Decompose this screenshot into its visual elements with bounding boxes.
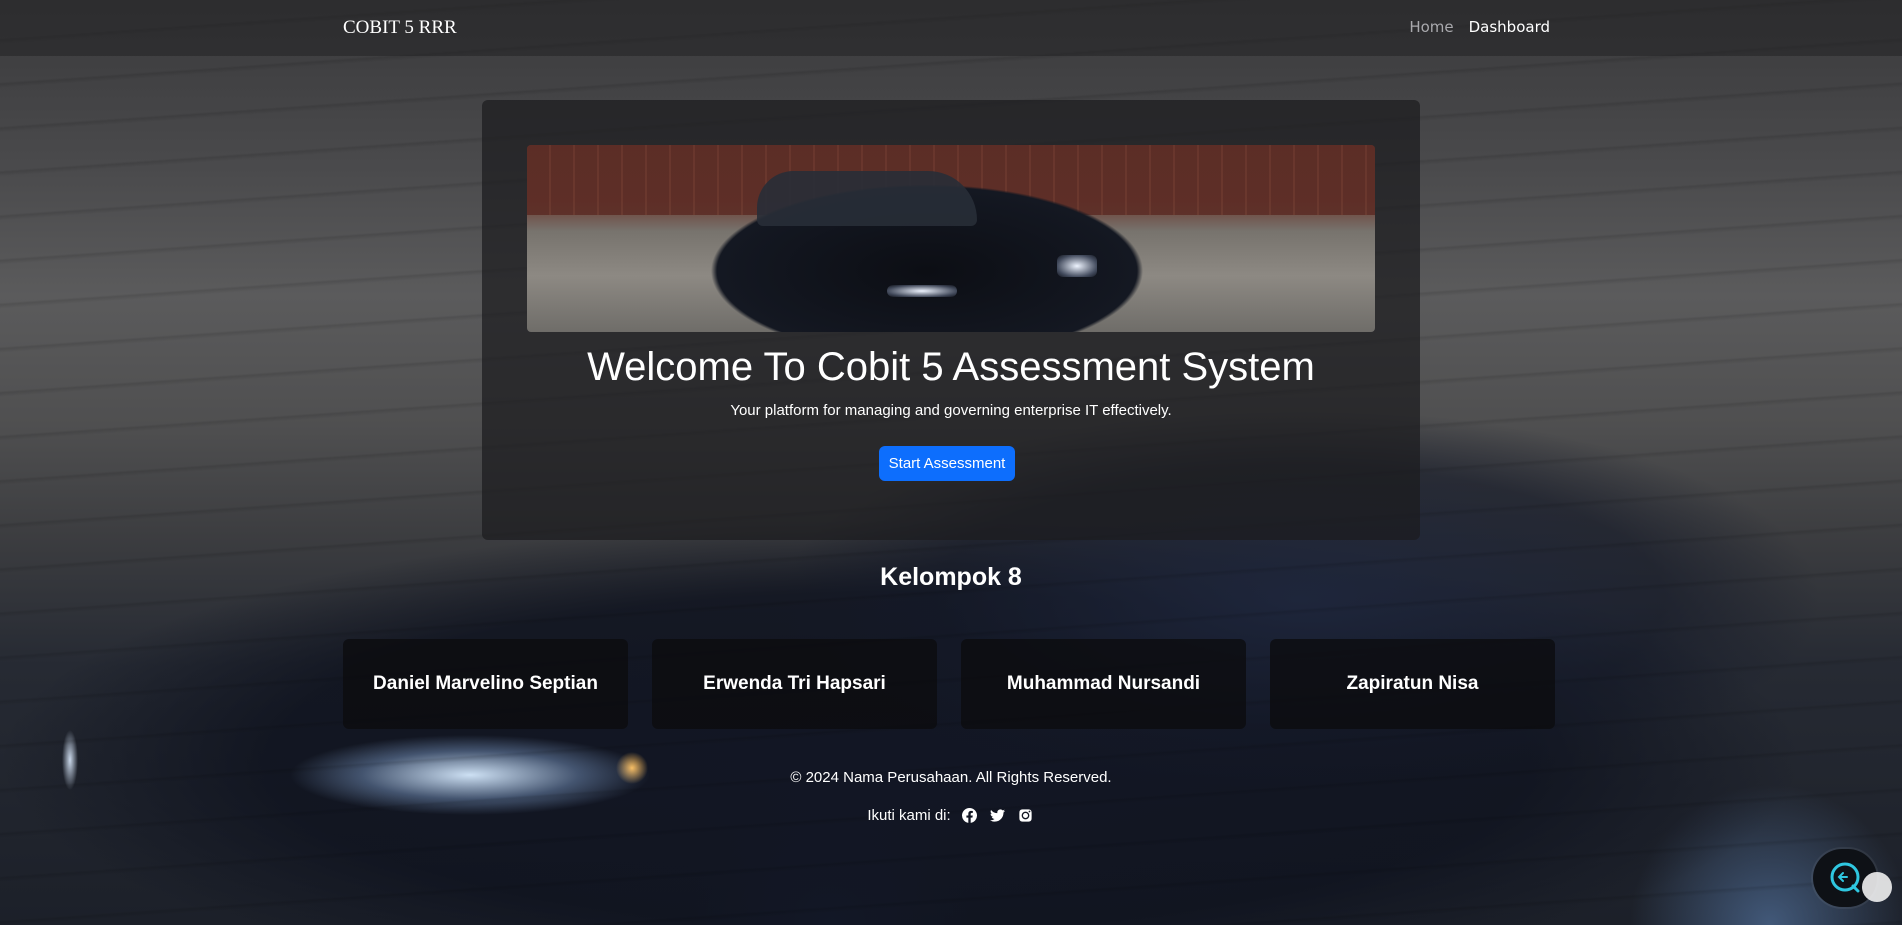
nav-link-dashboard[interactable]: Dashboard — [1469, 18, 1550, 36]
twitter-icon[interactable] — [989, 806, 1007, 824]
member-card: Daniel Marvelino Septian — [343, 639, 628, 729]
copyright-text: © 2024 Nama Perusahaan. All Rights Reser… — [790, 769, 1112, 786]
hero-car-image — [527, 145, 1375, 332]
brand-link[interactable]: COBIT 5 RRR — [343, 17, 457, 39]
team-members: Daniel Marvelino Septian Erwenda Tri Hap… — [343, 639, 1555, 729]
member-name: Muhammad Nursandi — [1006, 673, 1201, 694]
car-windshield — [757, 171, 977, 226]
headlight — [1057, 255, 1097, 277]
follow-label: Ikuti kami di: — [867, 806, 951, 824]
member-name: Erwenda Tri Hapsari — [703, 673, 886, 694]
start-assessment-button[interactable]: Start Assessment — [879, 446, 1015, 481]
headlight — [887, 285, 957, 297]
facebook-icon[interactable] — [961, 806, 979, 824]
nav-link-home[interactable]: Home — [1409, 18, 1453, 36]
member-card: Erwenda Tri Hapsari — [652, 639, 937, 729]
social-links: Ikuti kami di: — [0, 806, 1902, 824]
member-name: Daniel Marvelino Septian — [373, 673, 598, 694]
member-card: Zapiratun Nisa — [1270, 639, 1555, 729]
hero-card: Welcome To Cobit 5 Assessment System You… — [482, 100, 1420, 540]
instagram-icon[interactable] — [1017, 806, 1035, 824]
hero-subtitle: Your platform for managing and governing… — [730, 402, 1172, 419]
hero-title: Welcome To Cobit 5 Assessment System — [587, 345, 1315, 389]
team-title: Kelompok 8 — [880, 563, 1022, 591]
member-name: Zapiratun Nisa — [1346, 673, 1479, 694]
chat-secondary-button[interactable] — [1862, 872, 1892, 902]
member-card: Muhammad Nursandi — [961, 639, 1246, 729]
nav-links: Home Dashboard — [1409, 18, 1550, 36]
navbar: COBIT 5 RRR Home Dashboard — [0, 0, 1902, 56]
chat-bubble-icon — [1830, 862, 1860, 893]
